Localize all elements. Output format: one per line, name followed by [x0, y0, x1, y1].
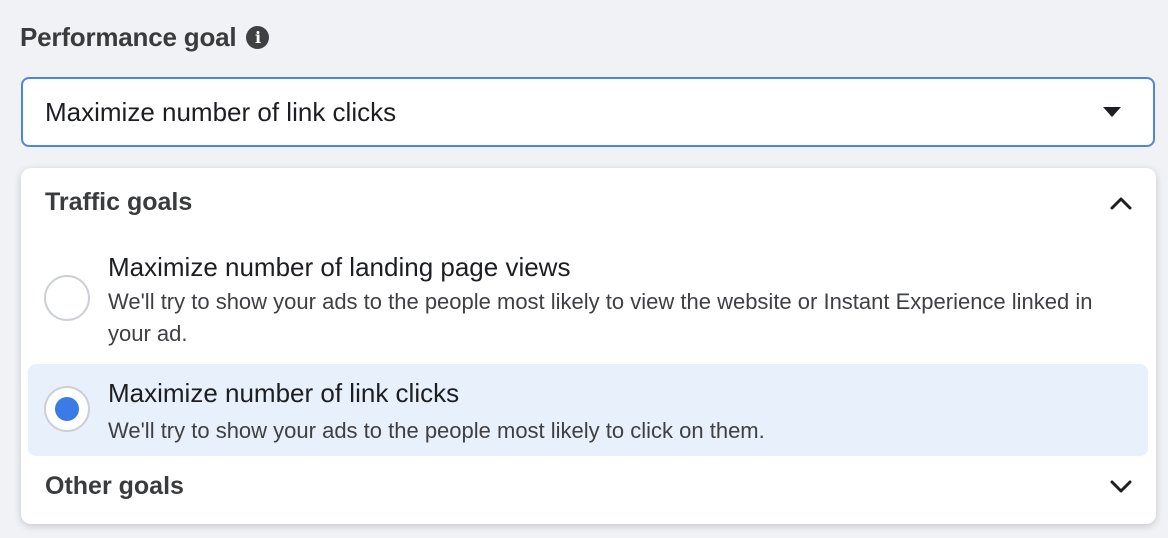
- option-link-clicks[interactable]: Maximize number of link clicks We'll try…: [28, 364, 1148, 456]
- group-header-traffic-goals[interactable]: Traffic goals: [45, 188, 1132, 217]
- radio-button[interactable]: [44, 275, 90, 321]
- performance-goal-title: Performance goal: [20, 22, 237, 52]
- option-title: Maximize number of link clicks: [108, 378, 460, 408]
- option-title: Maximize number of landing page views: [108, 252, 571, 282]
- option-description: We'll try to show your ads to the people…: [108, 289, 1093, 346]
- select-value: Maximize number of link clicks: [45, 96, 397, 127]
- option-description: We'll try to show your ads to the people…: [108, 418, 765, 443]
- group-title: Other goals: [45, 472, 184, 500]
- radio-button-selected[interactable]: [44, 386, 90, 432]
- group-title: Traffic goals: [45, 188, 193, 216]
- radio-dot: [55, 397, 79, 421]
- caret-down-icon: [1103, 107, 1121, 117]
- chevron-down-icon[interactable]: [1110, 476, 1132, 498]
- performance-goal-label: Performance goal i: [20, 22, 270, 53]
- goal-dropdown-menu: Traffic goals Maximize number of landing…: [21, 168, 1156, 524]
- info-icon[interactable]: i: [246, 26, 270, 49]
- performance-goal-select[interactable]: Maximize number of link clicks: [21, 77, 1155, 147]
- group-header-other-goals[interactable]: Other goals: [45, 472, 1132, 501]
- chevron-up-icon[interactable]: [1110, 192, 1132, 214]
- option-landing-page-views[interactable]: Maximize number of landing page views We…: [28, 246, 1148, 358]
